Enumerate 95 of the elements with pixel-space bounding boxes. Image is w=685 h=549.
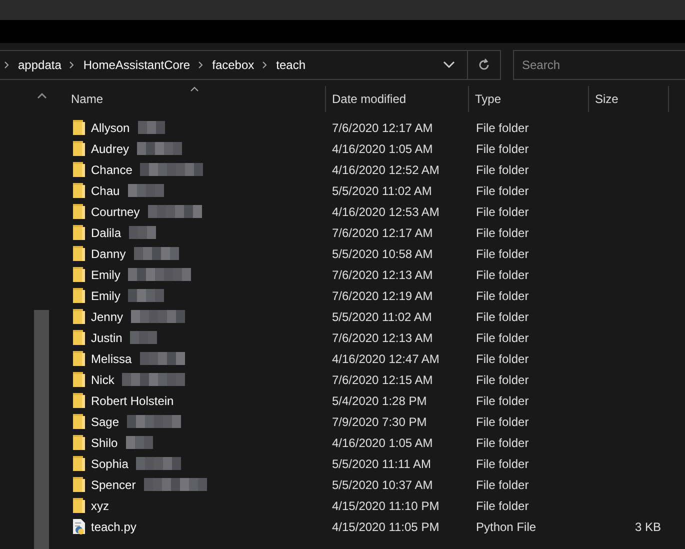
file-name[interactable]: Danny <box>91 246 126 260</box>
file-type: File folder <box>475 330 530 344</box>
python-file-icon <box>72 518 86 535</box>
chevron-icon[interactable] <box>261 60 270 68</box>
dropdown-icon[interactable] <box>443 60 455 68</box>
date-modified: 5/5/2020 11:02 AM <box>331 184 433 198</box>
date-modified: 5/5/2020 10:37 AM <box>331 478 434 492</box>
file-name[interactable]: Shilo <box>91 436 118 450</box>
folder-icon <box>72 224 86 241</box>
file-name[interactable]: Robert Holstein <box>91 394 174 408</box>
file-type: File folder <box>475 372 530 386</box>
date-modified: 7/6/2020 12:19 AM <box>331 288 434 302</box>
breadcrumb-item[interactable]: HomeAssistantCore <box>79 58 194 72</box>
folder-icon <box>72 140 86 157</box>
folder-icon <box>72 413 86 430</box>
scrollbar-thumb[interactable] <box>34 310 49 549</box>
file-name[interactable]: Allyson <box>91 120 130 134</box>
file-name[interactable]: Chau <box>91 184 120 198</box>
file-name[interactable]: Justin <box>91 330 122 344</box>
file-name[interactable]: Audrey <box>91 142 130 156</box>
address-bar[interactable]: appdata HomeAssistantCore facebox teach <box>0 50 501 80</box>
file-name[interactable]: Chance <box>91 162 132 176</box>
folder-icon <box>72 119 86 136</box>
date-modified: 5/5/2020 10:58 AM <box>331 246 434 260</box>
date-modified: 7/6/2020 12:17 AM <box>331 120 434 134</box>
file-type: File folder <box>475 414 530 428</box>
date-modified: 7/6/2020 12:13 AM <box>331 330 434 344</box>
date-modified: 5/5/2020 11:02 AM <box>331 310 433 324</box>
file-name[interactable]: Courtney <box>91 204 140 218</box>
file-type: File folder <box>475 436 530 450</box>
folder-icon <box>72 182 86 199</box>
date-modified: 7/6/2020 12:17 AM <box>331 226 434 240</box>
file-name[interactable]: Nick <box>91 372 114 386</box>
folder-icon <box>72 329 86 346</box>
folder-icon <box>72 266 86 283</box>
breadcrumb-item[interactable]: appdata <box>14 58 66 72</box>
file-type: File folder <box>475 162 530 176</box>
breadcrumb-item[interactable]: teach <box>272 58 310 72</box>
date-modified: 4/15/2020 11:10 PM <box>331 498 440 512</box>
folder-icon <box>72 350 86 367</box>
search-field[interactable]: Search <box>513 50 685 80</box>
date-modified: 7/6/2020 12:13 AM <box>331 268 434 282</box>
file-name[interactable]: xyz <box>91 498 109 512</box>
file-name[interactable]: Dalila <box>91 226 122 240</box>
file-type: Python File <box>475 520 538 534</box>
folder-icon <box>72 392 86 409</box>
breadcrumb-item[interactable]: facebox <box>208 58 258 72</box>
folder-icon <box>72 371 86 388</box>
date-modified: 4/16/2020 12:52 AM <box>331 162 440 176</box>
file-type: File folder <box>475 310 530 324</box>
file-type: File folder <box>475 394 530 408</box>
date-modified: 4/16/2020 1:05 AM <box>331 142 434 156</box>
file-type: File folder <box>475 204 530 218</box>
file-type: File folder <box>475 478 530 492</box>
file-name[interactable]: Emily <box>91 288 120 302</box>
file-type: File folder <box>475 120 530 134</box>
date-modified: 4/16/2020 1:05 AM <box>331 436 434 450</box>
file-type: File folder <box>475 498 530 512</box>
folder-icon <box>72 308 86 325</box>
folder-icon <box>72 434 86 451</box>
scroll-up-icon[interactable] <box>37 92 47 99</box>
file-type: File folder <box>475 246 530 260</box>
refresh-icon[interactable] <box>477 58 491 72</box>
folder-icon <box>72 497 86 514</box>
chevron-icon[interactable] <box>3 60 11 68</box>
file-name[interactable]: Spencer <box>91 478 136 492</box>
date-modified: 7/6/2020 12:15 AM <box>331 372 434 386</box>
file-name[interactable]: Jenny <box>91 310 124 324</box>
date-modified: 4/15/2020 11:05 PM <box>331 520 440 534</box>
date-modified: 4/16/2020 12:47 AM <box>331 352 440 366</box>
date-modified: 7/9/2020 7:30 PM <box>331 414 428 428</box>
file-name[interactable]: Emily <box>91 268 120 282</box>
date-modified: 5/4/2020 1:28 PM <box>331 394 428 408</box>
folder-icon <box>72 455 86 472</box>
file-name[interactable]: Melissa <box>91 352 132 366</box>
chevron-icon[interactable] <box>68 60 76 68</box>
folder-icon <box>72 161 86 178</box>
folder-icon <box>72 287 86 304</box>
file-size: 3 KB <box>634 520 661 534</box>
file-type: File folder <box>475 184 530 198</box>
file-type: File folder <box>475 226 530 240</box>
chevron-icon[interactable] <box>197 60 206 68</box>
file-name[interactable]: teach.py <box>91 520 136 534</box>
folder-icon <box>72 203 86 220</box>
file-type: File folder <box>475 352 530 366</box>
file-type: File folder <box>475 288 530 302</box>
date-modified: 4/16/2020 12:53 AM <box>331 204 440 218</box>
date-modified: 5/5/2020 11:11 AM <box>331 456 432 470</box>
folder-icon <box>72 245 86 262</box>
file-name[interactable]: Sage <box>91 414 120 428</box>
folder-icon <box>72 476 86 493</box>
file-name[interactable]: Sophia <box>91 456 128 470</box>
file-type: File folder <box>475 142 530 156</box>
file-type: File folder <box>475 456 530 470</box>
file-type: File folder <box>475 268 530 282</box>
